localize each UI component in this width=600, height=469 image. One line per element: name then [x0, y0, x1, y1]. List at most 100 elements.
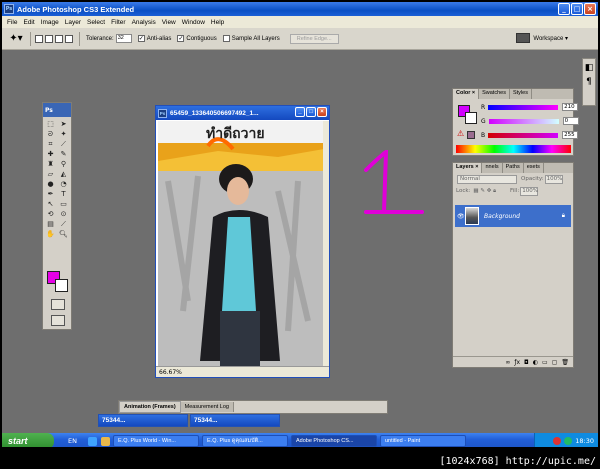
path-selection-tool-icon[interactable]: ↖: [44, 199, 57, 209]
paragraph-icon[interactable]: ¶: [583, 77, 595, 87]
shape-tool-icon[interactable]: ▭: [57, 199, 70, 209]
contiguous-checkbox[interactable]: ✓: [177, 35, 185, 42]
g-slider[interactable]: [488, 118, 559, 124]
3d-orbit-tool-icon[interactable]: ⊙: [57, 209, 70, 219]
tray-antivirus-icon[interactable]: [553, 437, 562, 445]
task-eq-plus-properties[interactable]: E.Q. Plus ดูคุณสมบัติ...: [202, 435, 288, 447]
tools-palette-header[interactable]: Ps: [43, 103, 71, 117]
add-selection-mode-icon[interactable]: [45, 34, 53, 43]
g-value-input[interactable]: 0: [562, 117, 579, 125]
intersect-selection-mode-icon[interactable]: [65, 34, 73, 43]
notes-tool-icon[interactable]: ▤: [44, 219, 57, 229]
clock[interactable]: 18:30: [575, 437, 594, 445]
doc-minimize-button[interactable]: _: [295, 107, 305, 117]
quick-mask-icon[interactable]: [51, 299, 65, 310]
menu-window[interactable]: Window: [179, 19, 208, 26]
lock-icons[interactable]: ▦ ✎ ✥ 🔒︎: [473, 188, 496, 195]
anti-alias-checkbox[interactable]: ✓: [137, 35, 145, 42]
new-group-icon[interactable]: ▭: [542, 359, 548, 366]
doc-maximize-button[interactable]: □: [306, 107, 316, 117]
language-indicator[interactable]: EN: [68, 437, 84, 445]
hand-tool-icon[interactable]: ✋: [44, 229, 57, 239]
tab-paths[interactable]: Paths: [503, 163, 524, 173]
document-title-bar[interactable]: Ps 65459_133640506697492_1... _ □ ×: [156, 106, 329, 120]
magic-wand-preset-icon[interactable]: ✦▾: [6, 31, 26, 47]
tab-color[interactable]: Color ×: [453, 89, 480, 99]
b-slider[interactable]: [488, 132, 559, 138]
subtract-selection-mode-icon[interactable]: [55, 34, 63, 43]
b-value-input[interactable]: 255: [562, 131, 579, 139]
task-photoshop[interactable]: Adobe Photoshop CS...: [291, 435, 377, 447]
tab-swatches[interactable]: Swatches: [479, 89, 510, 99]
marquee-tool-icon[interactable]: ⬚: [44, 119, 57, 129]
tab-measurement-log[interactable]: Measurement Log: [180, 402, 234, 412]
layer-row-background[interactable]: 👁︎ Background 🔒︎: [455, 205, 571, 227]
screen-mode-icon[interactable]: [51, 315, 65, 326]
panel-dock-strip[interactable]: ◧ ¶: [582, 58, 596, 106]
minimized-document-2[interactable]: 75344...: [190, 414, 280, 427]
quick-launch-ie-icon[interactable]: [88, 436, 97, 446]
tab-channels[interactable]: nnels: [482, 163, 503, 173]
brush-tool-icon[interactable]: ✎: [57, 149, 70, 159]
menu-layer[interactable]: Layer: [62, 19, 84, 26]
healing-brush-tool-icon[interactable]: ✚: [44, 149, 57, 159]
maximize-button[interactable]: □: [571, 3, 583, 15]
close-button[interactable]: ×: [584, 3, 596, 15]
link-layers-icon[interactable]: ∞: [505, 359, 510, 366]
color-bg-swatch[interactable]: [465, 112, 477, 124]
start-button[interactable]: start: [2, 433, 54, 447]
sample-all-layers-checkbox[interactable]: [222, 35, 230, 42]
background-color-swatch[interactable]: [55, 279, 68, 292]
task-eq-plus-world[interactable]: E.Q. Plus World - Win...: [113, 435, 199, 447]
eyedropper-tool-icon[interactable]: ⟋: [57, 219, 70, 229]
r-slider[interactable]: [488, 104, 559, 110]
tray-network-icon[interactable]: [564, 437, 573, 445]
clone-stamp-tool-icon[interactable]: ♜: [44, 159, 57, 169]
layer-mask-icon[interactable]: ◘: [524, 359, 529, 366]
3d-rotate-tool-icon[interactable]: ⟲: [44, 209, 57, 219]
tab-animation-frames[interactable]: Animation (Frames): [119, 401, 181, 413]
new-layer-icon[interactable]: ▢: [552, 359, 558, 366]
color-spectrum-bar[interactable]: [456, 145, 571, 153]
minimized-document-1[interactable]: 75344...: [98, 414, 188, 427]
pen-tool-icon[interactable]: ✒: [44, 189, 57, 199]
doc-close-button[interactable]: ×: [317, 107, 327, 117]
paint-bucket-tool-icon[interactable]: ◭: [57, 169, 70, 179]
magic-wand-tool-icon[interactable]: ✦: [57, 129, 70, 139]
menu-analysis[interactable]: Analysis: [129, 19, 159, 26]
delete-layer-icon[interactable]: 🗑︎: [561, 359, 569, 366]
minimize-button[interactable]: _: [558, 3, 570, 15]
move-tool-icon[interactable]: ➤: [57, 119, 70, 129]
document-canvas[interactable]: ทำดีถวาย: [158, 121, 324, 366]
fill-input[interactable]: 100%: [520, 186, 539, 196]
refine-edge-button[interactable]: Refine Edge...: [289, 33, 339, 44]
menu-help[interactable]: Help: [208, 19, 227, 26]
gamut-swatch[interactable]: [467, 131, 475, 139]
title-bar[interactable]: Ps Adobe Photoshop CS3 Extended _ □ ×: [2, 2, 598, 16]
zoom-level[interactable]: 66.67%: [159, 369, 182, 376]
quick-launch-folder-icon[interactable]: [101, 436, 110, 446]
history-icon[interactable]: ◧: [583, 63, 595, 73]
blur-tool-icon[interactable]: ●: [44, 179, 57, 189]
tab-styles[interactable]: Styles: [510, 89, 532, 99]
workspace-switcher[interactable]: Workspace ▾: [516, 33, 568, 43]
menu-view[interactable]: View: [159, 19, 179, 26]
r-value-input[interactable]: 210: [562, 103, 579, 111]
zoom-tool-icon[interactable]: 🔍︎: [57, 229, 70, 239]
menu-file[interactable]: File: [4, 19, 20, 26]
tab-presets[interactable]: esets: [524, 163, 544, 173]
new-selection-mode-icon[interactable]: [35, 34, 43, 43]
menu-filter[interactable]: Filter: [108, 19, 128, 26]
task-paint[interactable]: untitled - Paint: [380, 435, 466, 447]
dodge-tool-icon[interactable]: ◔: [57, 179, 70, 189]
type-tool-icon[interactable]: T: [57, 189, 70, 199]
menu-select[interactable]: Select: [84, 19, 108, 26]
tolerance-input[interactable]: 32: [115, 34, 132, 43]
history-brush-tool-icon[interactable]: ⚲: [57, 159, 70, 169]
menu-edit[interactable]: Edit: [20, 19, 37, 26]
menu-image[interactable]: Image: [38, 19, 62, 26]
eraser-tool-icon[interactable]: ▱: [44, 169, 57, 179]
lasso-tool-icon[interactable]: ᘐ: [44, 129, 57, 139]
opacity-input[interactable]: 100%: [544, 174, 563, 184]
tab-layers[interactable]: Layers ×: [453, 163, 483, 173]
